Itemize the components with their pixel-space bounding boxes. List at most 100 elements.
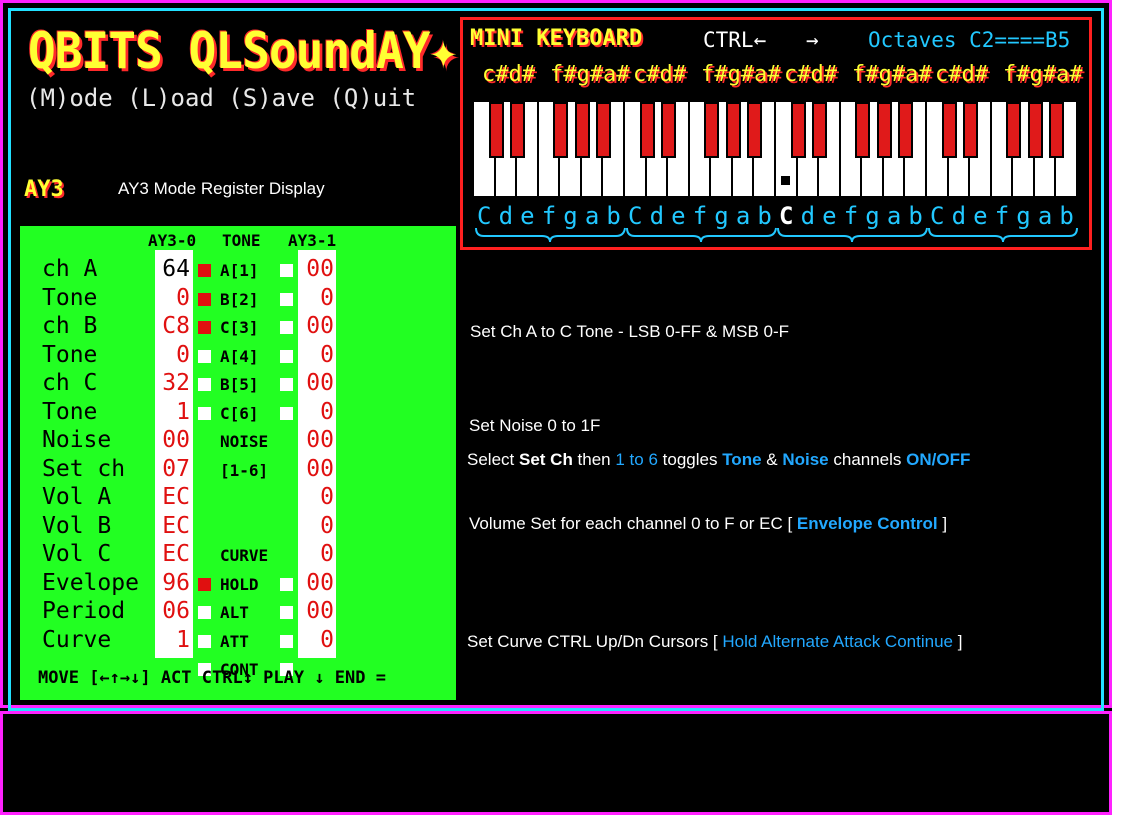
black-key[interactable] — [898, 102, 914, 158]
ay3-1-value[interactable]: 00 — [296, 370, 334, 396]
ay3-0-toggle[interactable] — [198, 349, 211, 363]
info-setch-h: Noise — [782, 450, 829, 469]
ay3-0-value[interactable]: 64 — [150, 256, 190, 282]
ay3-1-value[interactable]: 00 — [296, 570, 334, 596]
header-tone: TONE — [222, 231, 261, 250]
ay3-0-toggle[interactable] — [198, 321, 211, 334]
info-setch-d: 1 to 6 — [615, 450, 658, 469]
black-key[interactable] — [941, 102, 957, 158]
octave-range: Octaves C2====B5 — [868, 28, 1071, 52]
tone-label: CURVE — [220, 546, 269, 565]
ay3-0-value[interactable]: EC — [150, 484, 190, 510]
ay3-1-toggle[interactable] — [280, 378, 293, 391]
register-label: Noise — [42, 427, 112, 453]
sharp-note-label: f#g#a# — [550, 62, 630, 87]
ay3-0-value[interactable]: 06 — [150, 598, 190, 624]
ay3-1-toggle[interactable] — [280, 406, 293, 420]
black-key[interactable] — [725, 102, 741, 158]
ay3-1-value[interactable]: 00 — [296, 313, 334, 339]
ay3-1-value[interactable]: 0 — [296, 513, 334, 539]
ay3-0-value[interactable]: 96 — [150, 570, 190, 596]
piano-keys[interactable] — [474, 102, 1078, 196]
black-key[interactable] — [704, 102, 720, 158]
ay3-0-value[interactable]: EC — [150, 513, 190, 539]
sharp-note-label: f#g#a# — [701, 62, 781, 87]
black-key[interactable] — [1049, 102, 1065, 158]
info-setch-f: Tone — [722, 450, 762, 469]
ay3-1-value[interactable]: 0 — [296, 342, 334, 368]
black-key[interactable] — [488, 102, 504, 158]
register-label: Tone — [42, 341, 98, 368]
black-key[interactable] — [574, 102, 590, 158]
info-curve: Set Curve CTRL Up/Dn Cursors [ Hold Alte… — [467, 632, 962, 652]
info-setch-b: Set Ch — [518, 450, 573, 469]
black-key[interactable] — [812, 102, 828, 158]
ay3-1-value[interactable]: 00 — [296, 456, 334, 482]
ay3-0-value[interactable]: 1 — [150, 399, 190, 425]
register-label: ch A — [42, 256, 98, 282]
register-label: Evelope — [42, 569, 139, 596]
main-menu[interactable]: (M)ode (L)oad (S)ave (Q)uit — [26, 84, 416, 112]
ay3-0-toggle[interactable] — [198, 634, 211, 648]
tone-label: A[1] — [220, 261, 259, 280]
sharp-labels: c#d# f#g#a# c#d# f#g#a# c#d# f#g#a# c#d# f#g#a# — [470, 62, 1090, 96]
ay3-1-toggle[interactable] — [280, 577, 293, 591]
black-key[interactable] — [876, 102, 892, 158]
ay3-0-value[interactable]: EC — [150, 541, 190, 567]
ay3-1-value[interactable]: 0 — [296, 541, 334, 567]
black-key[interactable] — [639, 102, 655, 158]
ay3-0-value[interactable]: 0 — [150, 342, 190, 368]
black-key[interactable] — [1027, 102, 1043, 158]
ay3-0-toggle[interactable] — [198, 378, 211, 391]
black-key[interactable] — [553, 102, 569, 158]
bottom-border — [0, 711, 1112, 815]
register-label: ch C — [42, 370, 98, 396]
black-key[interactable] — [596, 102, 612, 158]
ay3-0-value[interactable]: C8 — [150, 313, 190, 339]
ay3-1-toggle[interactable] — [280, 264, 293, 277]
tone-label: B[2] — [220, 289, 259, 309]
sharp-note-label: f#g#a# — [1003, 62, 1083, 87]
black-key[interactable] — [855, 102, 871, 158]
ay3-0-toggle[interactable] — [198, 292, 211, 306]
black-key[interactable] — [790, 102, 806, 158]
ay3-1-toggle[interactable] — [280, 634, 293, 648]
ay3-0-toggle[interactable] — [198, 577, 211, 591]
info-setch-i: channels — [828, 450, 907, 469]
ay3-1-value[interactable]: 0 — [296, 484, 334, 510]
ay3-0-value[interactable]: 00 — [150, 427, 190, 453]
ay3-0-toggle[interactable] — [198, 264, 211, 277]
black-key[interactable] — [510, 102, 526, 158]
ay3-0-value[interactable]: 07 — [150, 456, 190, 482]
ay3-0-value[interactable]: 32 — [150, 370, 190, 396]
ay3-0-toggle[interactable] — [198, 406, 211, 420]
ay3-1-value[interactable]: 0 — [296, 285, 334, 311]
ay3-1-value[interactable]: 00 — [296, 256, 334, 282]
black-key[interactable] — [747, 102, 763, 158]
ay3-1-toggle[interactable] — [280, 321, 293, 334]
ay3-1-value[interactable]: 00 — [296, 598, 334, 624]
black-key[interactable] — [1006, 102, 1022, 158]
info-setch-g: & — [761, 450, 783, 469]
register-label: Vol C — [42, 541, 112, 567]
ay3-1-value[interactable]: 0 — [296, 399, 334, 425]
register-label: Vol B — [42, 512, 112, 539]
tone-label: A[4] — [220, 346, 259, 366]
ay3-1-value[interactable]: 0 — [296, 627, 334, 653]
ay3-1-toggle[interactable] — [280, 606, 293, 619]
sharp-note-label: c#d# — [784, 62, 837, 87]
tone-label: C[6] — [220, 403, 259, 423]
ay3-1-toggle[interactable] — [280, 292, 293, 306]
info-curve-a: Set Curve CTRL Up/Dn Cursors [ — [467, 632, 723, 651]
app-title: QBITS QLSoundAY✦ — [28, 22, 457, 80]
middle-c-marker — [781, 176, 790, 185]
ay3-0-value[interactable]: 0 — [150, 285, 190, 311]
tone-label: ATT — [220, 631, 249, 651]
register-label: Set ch — [42, 455, 126, 482]
black-key[interactable] — [963, 102, 979, 158]
black-key[interactable] — [661, 102, 677, 158]
ay3-0-toggle[interactable] — [198, 606, 211, 619]
ay3-1-toggle[interactable] — [280, 349, 293, 363]
ay3-1-value[interactable]: 00 — [296, 427, 334, 453]
ay3-0-value[interactable]: 1 — [150, 627, 190, 653]
